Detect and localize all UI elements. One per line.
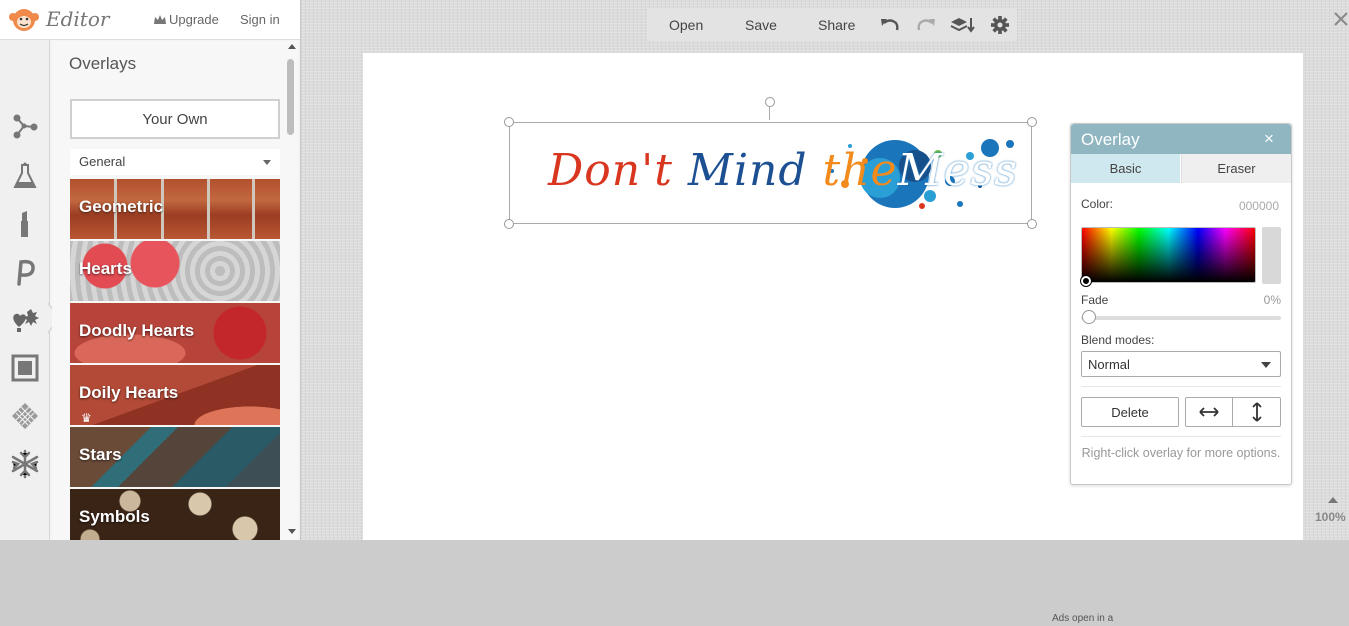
blend-mode-value: Normal: [1088, 357, 1130, 372]
lipstick-icon: [21, 211, 28, 237]
main-toolbar: Open Save Share: [647, 8, 1017, 41]
tile-label: Doily Hearts: [79, 383, 179, 402]
overlay-properties-panel: Overlay × Basic Eraser Color: 000000 Fad…: [1070, 123, 1292, 485]
footer-strip: [0, 540, 1349, 626]
texture-icon: [12, 403, 38, 429]
redo-icon[interactable]: [915, 15, 937, 35]
text-icon: [17, 259, 35, 286]
upgrade-label: Upgrade: [169, 12, 219, 27]
app-title: Editor: [46, 7, 110, 31]
overlay-tile-geometric[interactable]: Geometric: [70, 179, 280, 239]
your-own-button[interactable]: Your Own: [70, 99, 280, 139]
tool-effects[interactable]: [9, 160, 41, 192]
category-value: General: [79, 154, 126, 169]
scroll-thumb[interactable]: [287, 59, 294, 135]
close-panel-button[interactable]: ×: [1264, 129, 1274, 149]
fade-slider-knob[interactable]: [1082, 310, 1096, 324]
resize-handle-br[interactable]: [1027, 219, 1037, 229]
panel-scrollbar[interactable]: [284, 41, 298, 540]
top-bar: Editor Upgrade Sign in: [0, 0, 300, 40]
tab-basic[interactable]: Basic: [1071, 154, 1180, 183]
nodes-icon: [13, 114, 38, 139]
close-icon[interactable]: [1333, 11, 1349, 27]
tool-seasonal[interactable]: [9, 448, 41, 480]
tool-frames[interactable]: [9, 352, 41, 384]
rotate-handle[interactable]: [765, 97, 775, 107]
crown-icon: [154, 15, 166, 24]
color-label: Color:: [1081, 197, 1114, 211]
banner-text: Don't Mind theMess: [548, 145, 1018, 196]
color-hex-input[interactable]: 000000: [1239, 199, 1279, 213]
overlay-tile-stars[interactable]: Stars: [70, 427, 280, 487]
sidebar: Editor Upgrade Sign in Overlays Your Own…: [0, 0, 301, 540]
upgrade-link[interactable]: Upgrade: [154, 12, 219, 27]
zoom-toggle-arrow-icon[interactable]: [1328, 497, 1338, 503]
tool-touch-up[interactable]: [9, 208, 41, 240]
monkey-logo-icon[interactable]: [8, 7, 40, 33]
premium-crown-icon: ♛: [81, 411, 92, 425]
resize-handle-bl[interactable]: [504, 219, 514, 229]
fade-value: 0%: [1263, 293, 1281, 307]
gear-icon[interactable]: [989, 15, 1011, 35]
tile-label: Stars: [79, 445, 122, 464]
flip-vertical-icon: [1251, 402, 1262, 422]
brightness-slider[interactable]: [1262, 227, 1281, 284]
panel-title: Overlays: [69, 54, 137, 73]
overlays-icon: [13, 309, 39, 332]
chevron-down-icon: [1261, 362, 1271, 368]
banner-word-2: Mind: [687, 145, 808, 196]
tab-eraser[interactable]: Eraser: [1181, 154, 1291, 183]
category-dropdown[interactable]: General: [70, 149, 280, 175]
zoom-indicator[interactable]: 100%: [1315, 494, 1349, 524]
tool-text[interactable]: [9, 256, 41, 288]
overlays-panel: Overlays Your Own General Geometric Hear…: [52, 41, 298, 540]
banner-word-3: the: [822, 145, 898, 196]
chevron-down-icon: [263, 160, 271, 165]
open-button[interactable]: Open: [669, 17, 703, 33]
snowflake-icon: [11, 449, 39, 479]
color-spectrum-picker[interactable]: [1081, 227, 1256, 283]
ads-note: Ads open in a: [1052, 613, 1114, 624]
layers-download-icon[interactable]: [950, 15, 976, 35]
flask-icon: [13, 162, 37, 188]
tool-textures[interactable]: [9, 400, 41, 432]
tile-label: Doodly Hearts: [79, 321, 195, 340]
color-picker-knob[interactable]: [1081, 276, 1091, 286]
banner-word-1: Don't: [548, 145, 673, 196]
panel-header[interactable]: Overlay ×: [1071, 124, 1291, 154]
overlay-tile-doodly-hearts[interactable]: Doodly Hearts: [70, 303, 280, 363]
banner-word-4: Mess: [897, 145, 1018, 196]
divider: [1081, 436, 1281, 437]
overlay-tile-hearts[interactable]: Hearts: [70, 241, 280, 301]
sign-in-link[interactable]: Sign in: [240, 12, 280, 27]
hint-text: Right-click overlay for more options.: [1081, 446, 1281, 460]
divider: [1081, 386, 1281, 387]
tool-overlays[interactable]: [9, 304, 41, 336]
zoom-value: 100%: [1315, 510, 1346, 524]
fade-slider-track[interactable]: [1081, 316, 1281, 320]
rotate-handle-line: [769, 106, 770, 120]
scroll-up-arrow-icon[interactable]: [288, 44, 296, 49]
share-button[interactable]: Share: [818, 17, 855, 33]
tool-nodes[interactable]: [9, 110, 41, 142]
tile-label: Symbols: [79, 507, 150, 526]
frame-icon: [11, 354, 39, 382]
overlay-tile-symbols[interactable]: Symbols: [70, 489, 280, 540]
blend-mode-dropdown[interactable]: Normal: [1081, 351, 1281, 377]
flip-horizontal-button[interactable]: [1185, 397, 1233, 427]
blend-modes-label: Blend modes:: [1081, 333, 1155, 347]
panel-title: Overlay: [1081, 130, 1140, 149]
flip-vertical-button[interactable]: [1233, 397, 1281, 427]
fade-label: Fade: [1081, 293, 1109, 307]
tile-label: Hearts: [79, 259, 132, 278]
undo-icon[interactable]: [879, 15, 901, 35]
tool-rail: [0, 40, 60, 540]
save-button[interactable]: Save: [745, 17, 777, 33]
scroll-down-arrow-icon[interactable]: [288, 529, 296, 534]
overlay-tile-doily-hearts[interactable]: Doily Hearts ♛: [70, 365, 280, 425]
tile-label: Geometric: [79, 197, 164, 216]
resize-handle-tl[interactable]: [504, 117, 514, 127]
flip-horizontal-icon: [1199, 407, 1219, 417]
delete-button[interactable]: Delete: [1081, 397, 1179, 427]
